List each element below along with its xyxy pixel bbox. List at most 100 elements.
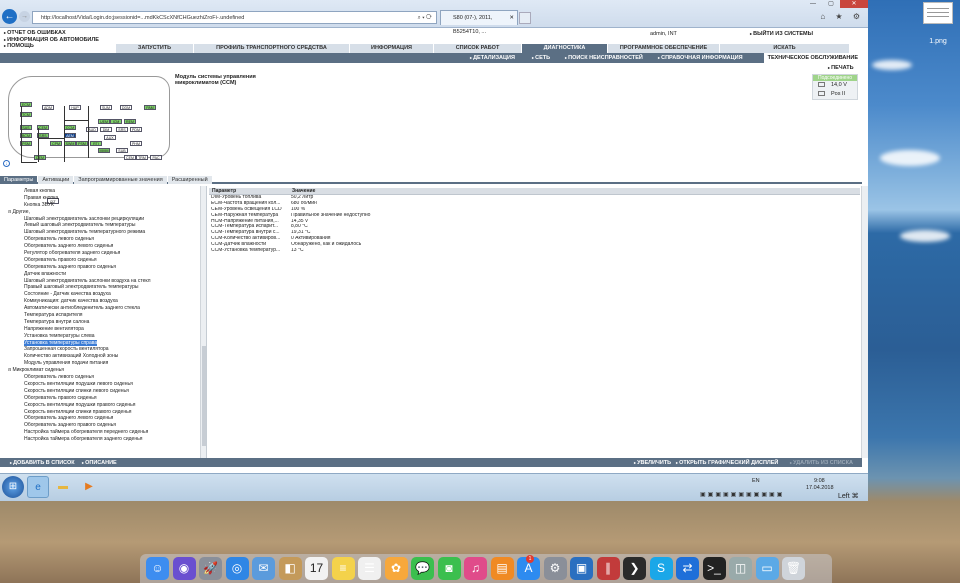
virtualbox-icon[interactable]: ▣ [570,557,593,580]
tree-item[interactable]: Кнопка ЗВУК [0,202,200,209]
explorer-taskbar-icon[interactable]: ▬ [52,476,74,498]
tree-item[interactable]: Модуль управления подачи питания [0,360,200,367]
menu-vehicle-info[interactable]: ИНФОРМАЦИЯ ОБ АВТОМОБИЛЕ [4,37,99,44]
nav-work-list[interactable]: СПИСОК РАБОТ [434,44,522,53]
itunes-icon[interactable]: ♫ [464,557,487,580]
tree-item[interactable]: Температура испарителя [0,312,200,319]
tree-item[interactable]: Обогреватель заднего правого сиденья [0,422,200,429]
nav-start[interactable]: ЗАПУСТИТЬ [116,44,194,53]
tree-item[interactable]: Количество активизаций Холодной зоны [0,353,200,360]
desktop-file[interactable]: 1.png [918,2,958,50]
vm-status-icons[interactable]: ▣▣▣▣▣▣▣▣▣▣▣ [700,491,784,498]
address-controls[interactable]: ⌕ ▾ ⟳ [418,12,432,24]
column-parameter[interactable]: Параметр [209,188,289,194]
photos-icon[interactable]: ✿ [384,557,408,580]
ecu-node-icm[interactable]: ICM [110,119,122,124]
menu-error-report[interactable]: ОТЧЕТ ОБ ОШИБКАХ [4,30,99,37]
tree-scrollbar[interactable] [200,186,206,458]
tab-programmed-values[interactable]: Запрограммированные значения [74,176,167,184]
ecu-node-ccm[interactable]: CCM [64,125,76,130]
forward-arrow-icon[interactable]: → [19,11,30,22]
tree-item[interactable]: Состояние - Датчик качества воздуха [0,291,200,298]
subnav-reference-info[interactable]: СПРАВОЧНАЯ ИНФОРМАЦИЯ [658,53,742,63]
notes-icon[interactable]: ≡ [331,557,355,580]
nav-diagnostics[interactable]: ДИАГНОСТИКА [522,44,608,53]
ecu-node-sub[interactable]: SUB [116,148,128,153]
ecu-node-hup[interactable]: HUP [69,105,81,110]
new-tab-button[interactable] [519,12,531,24]
ecu-node-psm[interactable]: PSM [76,141,88,146]
ecu-node-dim[interactable]: DIM [100,127,112,132]
maximize-button[interactable]: ▢ [822,0,840,8]
subnav-network[interactable]: СЕТЬ [532,53,550,63]
back-arrow-icon[interactable]: ← [2,9,17,24]
tree-item[interactable]: Обогреватель правого сиденья [0,395,200,402]
ecu-node-pam[interactable]: PAM [144,105,156,110]
table-scrollbar[interactable] [861,186,868,458]
tree-item[interactable]: Левый шаговый электродвигатель температу… [0,222,200,229]
tree-item[interactable]: Автоматически антиобледенитель заднего с… [0,305,200,312]
tree-item[interactable]: Запрошенная скорость вентилятора [0,346,200,353]
tree-item[interactable]: Настройка таймера обогревателя переднего… [0,429,200,436]
ecu-node-pac[interactable]: PAC [150,155,162,160]
tree-item[interactable]: Напряжение вентилятора [0,326,200,333]
parallels-icon[interactable]: ∥ [596,557,620,580]
tab-close-icon[interactable]: ✕ [509,11,514,25]
nav-information[interactable]: ИНФОРМАЦИЯ [350,44,434,53]
skype-icon[interactable]: S [649,557,673,580]
tree-item[interactable]: Скорость вентиляции спинки правого сиден… [0,409,200,416]
tree-item[interactable]: Шаговый электродвигатель температурного … [0,229,200,236]
nav-software[interactable]: ПРОГРАММНОЕ ОБЕСПЕЧЕНИЕ [608,44,720,53]
tree-item[interactable]: Настройка таймера обогревателя заднего с… [0,436,200,443]
calendar-icon[interactable]: 17 [305,557,328,580]
teamviewer-icon[interactable]: ⇄ [676,557,699,580]
siri-icon[interactable]: ◉ [172,557,196,580]
contacts-icon[interactable]: ◧ [278,557,302,580]
ecu-node-uem[interactable]: UEM [98,119,110,124]
zoom-button[interactable]: УВЕЛИЧИТЬ [634,458,671,468]
tree-item[interactable]: Обогреватель левого сиденья [0,374,200,381]
start-button[interactable]: ⊞ [2,476,24,498]
tree-item[interactable]: Обогреватель заднего левого сиденья [0,243,200,250]
tree-item[interactable]: Скорость вентиляции подушки правого сиде… [0,402,200,409]
safari-icon[interactable]: ◎ [225,557,249,580]
tree-item[interactable]: Шаговый электродвигатель заслонки воздух… [0,278,200,285]
tree-item[interactable]: Датчик влажности [0,271,200,278]
tree-item[interactable]: Обогреватель правого сиденья [0,257,200,264]
ecu-node-aem[interactable]: AEM [64,133,76,138]
tree-item[interactable]: Правая кнопка [0,195,200,202]
ecu-node-dem[interactable]: DEM [34,155,46,160]
tree-item[interactable]: Обогреватель заднего правого сиденья [0,264,200,271]
tab-activations[interactable]: Активации [38,176,74,184]
books-icon[interactable]: ▤ [490,557,514,580]
facetime-icon[interactable]: ◙ [437,557,461,580]
browser-tab[interactable]: S80 (07-), 2011, B5254T10, ... ✕ [440,10,518,35]
system-preferences-icon[interactable]: ⚙ [543,557,567,580]
tree-item[interactable]: Шаговый электродвигатель заслонки рецирк… [0,216,200,223]
address-bar[interactable]: http://localhost/Vida/Login.do;jsessioni… [32,11,437,24]
browser-toolbar-icons[interactable]: ⌂ ★ ⚙ [820,12,864,21]
ecu-node-aux[interactable]: AUX [104,135,116,140]
ecu-node-sum[interactable]: SUM [100,105,112,110]
menu-help[interactable]: ПОМОЩЬ [4,43,99,50]
ecu-node-mmm[interactable]: MMM [98,148,110,153]
tree-item[interactable]: Скорость вентиляции подушки левого сиден… [0,381,200,388]
subnav-maintenance[interactable]: ТЕХНИЧЕСКОЕ ОБСЛУЖИВАНИЕ [763,53,862,63]
nav-search[interactable]: ИСКАТЬ [720,44,850,53]
ecu-node-cem[interactable]: CEM [124,155,136,160]
ecu-node-cpm[interactable]: CPM [50,141,62,146]
ecu-node-phm[interactable]: PHM [130,141,142,146]
tree-item[interactable]: Установка температуры слева [0,333,200,340]
tree-item[interactable]: Обогреватель заднего левого сиденья [0,415,200,422]
messages-icon[interactable]: 💬 [411,557,434,580]
trash-icon[interactable]: 🗑 [782,557,805,580]
subnav-fault-tracing[interactable]: ПОИСК НЕИСПРАВНОСТЕЙ [565,53,643,63]
logout-link[interactable]: ВЫЙТИ ИЗ СИСТЕМЫ [750,31,813,37]
minimize-button[interactable]: — [804,0,822,8]
scroll-thumb[interactable] [202,346,206,446]
mail-icon[interactable]: ✉ [252,557,275,580]
tree-item[interactable]: Скорость вентиляции спинки левого сидень… [0,388,200,395]
tree-item[interactable]: Регулятор обогревателя заднего сиденья [0,250,200,257]
ecu-node-srs[interactable]: SRS [116,127,128,132]
ecu-node-rem[interactable]: REM [124,119,136,124]
